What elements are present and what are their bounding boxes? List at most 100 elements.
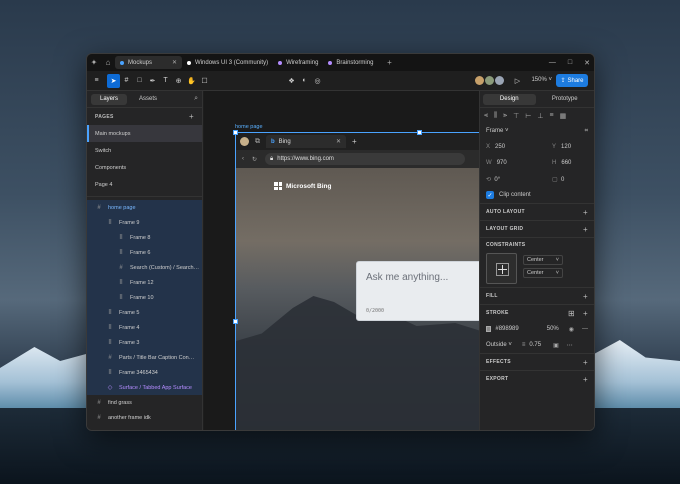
microsoft-bing-logo[interactable]: Microsoft Bing: [274, 182, 332, 190]
vertical-constraint-dropdown[interactable]: Center ˅: [523, 268, 563, 278]
frame-label[interactable]: home page: [235, 124, 263, 130]
resize-handle[interactable]: [233, 130, 238, 135]
tab-wireframing[interactable]: Wireframing: [273, 56, 323, 69]
y-field[interactable]: Y 120: [552, 144, 571, 150]
frame-tool-icon[interactable]: #: [120, 74, 133, 88]
layer-item[interactable]: ◇ Surface / Tabbed App Surface: [87, 380, 202, 395]
new-tab-icon[interactable]: +: [382, 54, 396, 71]
figma-logo-icon[interactable]: ✦: [87, 54, 101, 71]
pen-tool-icon[interactable]: ✒: [146, 74, 159, 88]
style-grid-icon[interactable]: ⊞: [568, 309, 575, 318]
hand-tool-icon[interactable]: ✋: [185, 74, 198, 88]
page-item[interactable]: Page 4: [87, 176, 202, 193]
boolean-icon[interactable]: ◎: [311, 74, 324, 88]
maximize-icon[interactable]: □: [568, 59, 572, 66]
add-icon[interactable]: +: [583, 375, 588, 384]
horizontal-constraint-dropdown[interactable]: Center ˅: [523, 255, 563, 265]
layer-item[interactable]: # find grass: [87, 395, 202, 410]
avatar[interactable]: [485, 76, 494, 85]
resize-handle[interactable]: [417, 130, 422, 135]
tidy-icon[interactable]: ▦: [560, 112, 567, 120]
layer-item[interactable]: # Parts / Title Bar Caption Con…: [87, 350, 202, 365]
page-item[interactable]: Components: [87, 159, 202, 176]
layer-item[interactable]: ⅼⅼ Frame 4: [87, 320, 202, 335]
height-field[interactable]: H 660: [552, 160, 571, 166]
layer-item[interactable]: ⅼⅼ Frame 3: [87, 335, 202, 350]
layer-item[interactable]: # Search (Custom) / Search…: [87, 260, 202, 275]
layer-item[interactable]: ⅼⅼ Frame 8: [87, 230, 202, 245]
close-tab-icon[interactable]: ✕: [172, 59, 177, 66]
rotation-field[interactable]: ⟲ 0°: [486, 176, 538, 183]
minimize-icon[interactable]: —: [549, 59, 556, 66]
stroke-hex[interactable]: #898989: [495, 326, 518, 332]
search-icon[interactable]: ⌕: [194, 95, 198, 103]
shape-tool-icon[interactable]: □: [133, 74, 146, 88]
layer-item[interactable]: ⅼⅼ Frame 3465434: [87, 365, 202, 380]
stroke-swatch[interactable]: [486, 326, 492, 332]
add-page-icon[interactable]: +: [189, 112, 194, 121]
close-window-icon[interactable]: ✕: [584, 59, 590, 67]
menu-icon[interactable]: ≡: [90, 74, 103, 88]
layer-item[interactable]: ⅼⅼ Frame 12: [87, 275, 202, 290]
layer-item[interactable]: # home page: [87, 200, 202, 215]
ask-input-box[interactable]: Ask me anything... 0/2000: [356, 261, 479, 321]
radius-field[interactable]: ▢ 0: [552, 176, 564, 183]
add-icon[interactable]: +: [583, 292, 588, 301]
layer-item[interactable]: ⅼⅼ Frame 6: [87, 245, 202, 260]
new-tab-icon[interactable]: +: [352, 137, 357, 146]
zoom-level[interactable]: 150% ˅: [531, 77, 552, 83]
canvas[interactable]: home page ⧉ b Bing ✕ + ‹ ↻ 🔒︎ https://ww…: [204, 91, 479, 430]
mask-icon[interactable]: ◐: [298, 74, 311, 88]
tab-prototype[interactable]: Prototype: [539, 94, 592, 105]
stroke-opacity[interactable]: 50%: [547, 326, 559, 332]
component-icon[interactable]: ❖: [285, 74, 298, 88]
tab-assets[interactable]: Assets: [130, 94, 166, 105]
address-bar[interactable]: 🔒︎ https://www.bing.com: [265, 153, 466, 165]
close-icon[interactable]: ✕: [336, 138, 341, 145]
home-icon[interactable]: ⌂: [101, 54, 115, 71]
width-field[interactable]: W 970: [486, 160, 538, 166]
align-top-icon[interactable]: ⊤: [513, 112, 519, 120]
resize-handle[interactable]: [233, 319, 238, 324]
tab-design[interactable]: Design: [483, 93, 536, 105]
frame-presets-icon[interactable]: ⌗: [585, 128, 588, 135]
resources-icon[interactable]: ⊕: [172, 74, 185, 88]
share-button[interactable]: ⇪ Share: [556, 74, 588, 87]
clip-content-checkbox[interactable]: ✓: [486, 191, 494, 199]
present-icon[interactable]: ▷: [511, 74, 524, 88]
avatar[interactable]: [495, 76, 504, 85]
align-left-icon[interactable]: ⫷: [484, 112, 488, 120]
page-item[interactable]: Switch: [87, 142, 202, 159]
tab-mockups[interactable]: Mockups ✕: [115, 56, 183, 69]
align-right-icon[interactable]: ⫸: [503, 112, 507, 120]
profile-avatar[interactable]: [240, 137, 249, 146]
add-icon[interactable]: +: [583, 208, 588, 217]
layer-item[interactable]: ⅼⅼ Frame 10: [87, 290, 202, 305]
stroke-sides-icon[interactable]: ▣: [553, 342, 559, 349]
add-icon[interactable]: +: [583, 358, 588, 367]
tab-actions-icon[interactable]: ⧉: [255, 138, 260, 146]
align-center-icon[interactable]: ⫼: [494, 112, 497, 120]
tab-brainstorming[interactable]: Brainstorming: [323, 56, 378, 69]
stroke-position-dropdown[interactable]: Outside ˅: [486, 342, 512, 348]
layer-item[interactable]: ⅼⅼ Frame 5: [87, 305, 202, 320]
constraints-widget[interactable]: [486, 253, 517, 284]
remove-icon[interactable]: —: [582, 326, 588, 332]
visibility-icon[interactable]: ◉: [569, 326, 574, 333]
browser-tab[interactable]: b Bing ✕: [266, 135, 346, 148]
refresh-icon[interactable]: ↻: [252, 156, 257, 163]
frame-type-dropdown[interactable]: Frame ˅: [486, 128, 509, 134]
home-page-frame[interactable]: ⧉ b Bing ✕ + ‹ ↻ 🔒︎ https://www.bing.com: [235, 132, 479, 430]
align-bottom-icon[interactable]: ⊥: [537, 112, 543, 120]
distribute-icon[interactable]: ≡: [549, 112, 553, 119]
layer-item[interactable]: ⅼⅼ Frame 9: [87, 215, 202, 230]
layer-item[interactable]: # another frame idk: [87, 410, 202, 425]
move-tool-icon[interactable]: ➤: [107, 73, 120, 88]
tab-windows-ui[interactable]: Windows UI 3 (Community): [182, 56, 273, 69]
tab-layers[interactable]: Layers: [91, 93, 128, 105]
stroke-width[interactable]: 0.75: [529, 342, 541, 348]
align-middle-icon[interactable]: ⊢: [525, 112, 531, 120]
page-item[interactable]: Main mockups: [87, 125, 202, 142]
x-field[interactable]: X 250: [486, 144, 538, 150]
text-tool-icon[interactable]: T: [159, 74, 172, 88]
